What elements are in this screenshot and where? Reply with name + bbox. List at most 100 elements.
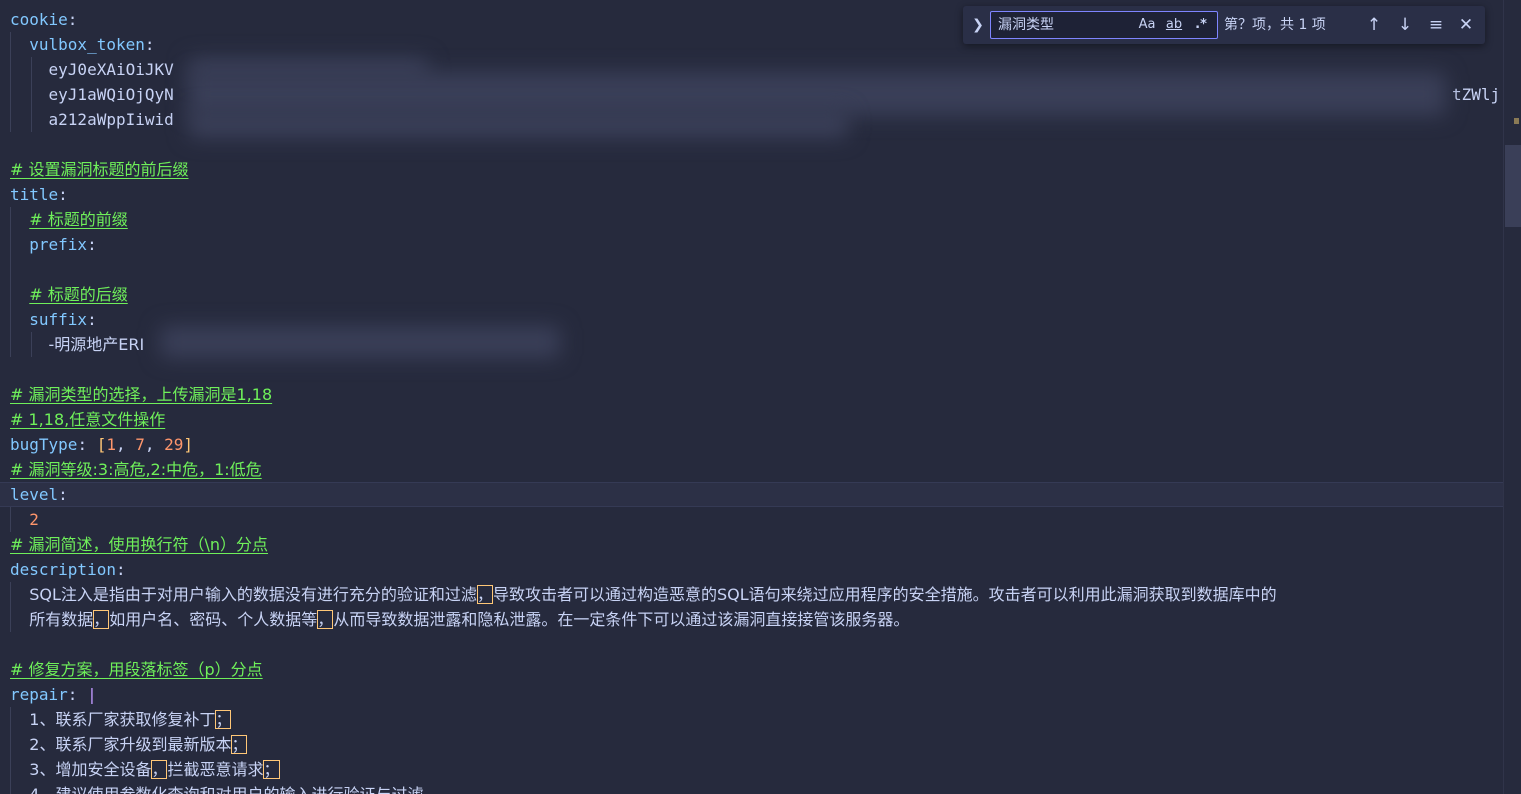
- bugtype-value: 7: [135, 435, 145, 454]
- description-text: 如用户名、密码、个人数据等: [109, 610, 318, 629]
- bugtype-value: 29: [164, 435, 184, 454]
- indent-guide: [10, 207, 11, 232]
- indent-guide: [10, 282, 11, 307]
- empty-line: [0, 632, 1504, 657]
- colon: :: [115, 560, 126, 579]
- code-line: # 标题的前缀: [0, 207, 1504, 232]
- yaml-key: vulbox_token: [29, 35, 145, 54]
- comment: # 修复方案，用段落标签（p）分点: [10, 660, 263, 679]
- match-highlight: ；: [215, 710, 232, 729]
- find-input[interactable]: [998, 12, 1128, 38]
- arrow-up-icon[interactable]: ↑: [1363, 14, 1385, 36]
- comment: # 漏洞类型的选择，上传漏洞是1,18: [10, 385, 273, 404]
- indent-guide: [10, 507, 11, 532]
- token-tail-text: tZWlj: [1452, 85, 1501, 104]
- code-line: # 标题的后缀: [0, 282, 1504, 307]
- indent-guide: [10, 82, 11, 107]
- colon: :: [144, 35, 155, 54]
- indent-guide: [31, 57, 32, 82]
- code-line: # 漏洞类型的选择，上传漏洞是1,18: [0, 382, 1504, 407]
- whole-word-toggle[interactable]: ab: [1162, 15, 1186, 35]
- open-bracket: [: [96, 435, 107, 454]
- indent-guide: [10, 332, 11, 357]
- comment: # 设置漏洞标题的前后缀: [10, 160, 189, 179]
- indent-guide: [10, 757, 11, 782]
- comma: ,: [115, 435, 136, 454]
- level-value: 2: [29, 510, 39, 529]
- indent-guide: [10, 32, 11, 57]
- comment: # 漏洞等级:3:高危,2:中危，1:低危: [10, 460, 262, 479]
- code-line: repair: |: [0, 682, 1504, 707]
- description-text: SQL注入是指由于对用户输入的数据没有进行充分的验证和过滤: [29, 585, 477, 604]
- code-line: SQL注入是指由于对用户输入的数据没有进行充分的验证和过滤，导致攻击者可以通过构…: [0, 582, 1504, 607]
- chevron-right-icon[interactable]: ❯: [969, 15, 987, 35]
- match-case-toggle[interactable]: Aa: [1136, 15, 1158, 35]
- indent-guide: [10, 582, 11, 607]
- match-highlight: ，: [476, 585, 493, 604]
- colon: :: [87, 235, 97, 254]
- vertical-scrollbar[interactable]: [1503, 0, 1521, 794]
- comment: # 标题的后缀: [29, 285, 128, 304]
- code-line: # 设置漏洞标题的前后缀: [0, 157, 1504, 182]
- empty-line: [0, 357, 1504, 382]
- comma: ,: [144, 435, 165, 454]
- list-selection-icon[interactable]: ≡: [1425, 14, 1447, 36]
- indent-guide: [10, 307, 11, 332]
- match-highlight: ；: [263, 760, 280, 779]
- indent-guide: [10, 257, 11, 282]
- description-text: 导致攻击者可以通过构造恶意的SQL语句来绕过应用程序的安全措施。攻击者可以利用此…: [492, 585, 1277, 604]
- match-highlight: ，: [93, 610, 110, 629]
- colon: :: [87, 310, 97, 329]
- redacted-region: [188, 110, 848, 138]
- code-line: 1、联系厂家获取修复补丁；: [0, 707, 1504, 732]
- find-widget: ❯ Aa ab .* 第？项，共 1 项 ↑ ↓ ≡ ✕: [963, 6, 1485, 44]
- redacted-region: [160, 326, 560, 358]
- indent-guide: [10, 232, 11, 257]
- yaml-key: level: [10, 485, 59, 504]
- bugtype-value: 1: [106, 435, 116, 454]
- code-line: title:: [0, 182, 1504, 207]
- code-line: description:: [0, 557, 1504, 582]
- token-text: eyJ1aWQiOjQyN: [48, 85, 174, 104]
- code-line: 3、增加安全设备，拦截恶意请求；: [0, 757, 1504, 782]
- yaml-key: title: [10, 185, 59, 204]
- code-line: 所有数据，如用户名、密码、个人数据等，从而导致数据泄露和隐私泄露。在一定条件下可…: [0, 607, 1504, 632]
- comment: # 1,18,任意文件操作: [10, 410, 166, 429]
- code-line: # 漏洞等级:3:高危,2:中危，1:低危: [0, 457, 1504, 482]
- yaml-key: suffix: [29, 310, 88, 329]
- scrollbar-thumb[interactable]: [1505, 145, 1521, 227]
- empty-line: [0, 257, 1504, 282]
- code-editor[interactable]: cookie: vulbox_token: eyJ0eXAiOiJKV eyJ1…: [0, 0, 1521, 794]
- current-line: level:: [0, 482, 1504, 507]
- arrow-down-icon[interactable]: ↓: [1394, 14, 1416, 36]
- close-bracket: ]: [183, 435, 194, 454]
- colon: :: [67, 10, 78, 29]
- repair-item: 4、建议使用参数化查询和对用户的输入进行验证与过滤: [29, 785, 423, 794]
- colon: :: [77, 435, 97, 454]
- regex-toggle[interactable]: .*: [1190, 15, 1212, 35]
- comment: # 漏洞简述，使用换行符（\n）分点: [10, 535, 269, 554]
- repair-item: 1、联系厂家获取修复补丁: [29, 710, 216, 729]
- close-icon[interactable]: ✕: [1455, 14, 1477, 36]
- code-line: 2: [0, 507, 1504, 532]
- colon: :: [67, 685, 88, 704]
- code-line: prefix:: [0, 232, 1504, 257]
- code-line: # 1,18,任意文件操作: [0, 407, 1504, 432]
- indent-guide: [31, 332, 32, 357]
- indent-guide: [10, 707, 11, 732]
- indent-guide: [10, 732, 11, 757]
- yaml-key: repair: [10, 685, 68, 704]
- repair-item: 拦截恶意请求: [167, 760, 264, 779]
- code-line: 4、建议使用参数化查询和对用户的输入进行验证与过滤: [0, 782, 1504, 794]
- find-input-box: Aa ab .*: [990, 11, 1218, 39]
- find-match-marker: [1514, 118, 1519, 124]
- find-result-count: 第？项，共 1 项: [1224, 17, 1326, 33]
- block-scalar-indicator: |: [87, 685, 97, 704]
- description-text: 所有数据: [29, 610, 94, 629]
- indent-guide: [31, 82, 32, 107]
- suffix-value: -明源地产ERI: [48, 335, 145, 354]
- indent-guide: [10, 782, 11, 794]
- indent-guide: [10, 607, 11, 632]
- yaml-key: cookie: [10, 10, 68, 29]
- code-line: # 修复方案，用段落标签（p）分点: [0, 657, 1504, 682]
